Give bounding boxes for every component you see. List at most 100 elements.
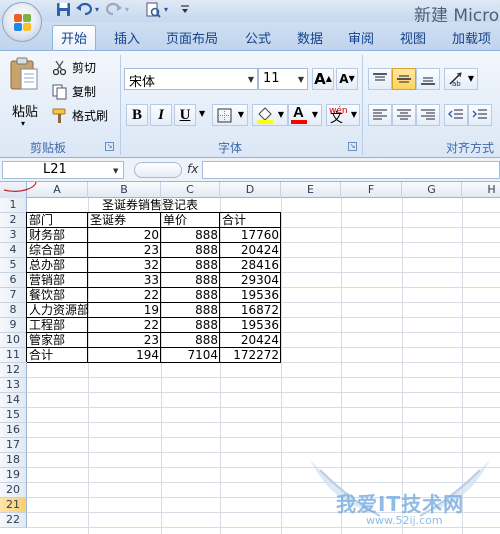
copy-button[interactable]: 复制	[52, 83, 112, 101]
row-header[interactable]: 8	[0, 303, 27, 318]
table-cell[interactable]: 888	[161, 318, 220, 333]
row-header[interactable]: 18	[0, 453, 27, 468]
row-header[interactable]: 13	[0, 378, 27, 393]
table-header-cell[interactable]: 圣诞券	[88, 213, 161, 228]
italic-button[interactable]: I	[150, 104, 172, 126]
tab-insert[interactable]: 插入	[114, 28, 140, 47]
table-cell[interactable]: 19	[88, 303, 161, 318]
table-cell[interactable]: 餐饮部	[27, 288, 88, 303]
insert-function-icon[interactable]: fx	[187, 162, 198, 176]
format-painter-button[interactable]: 格式刷	[52, 107, 116, 125]
orientation-dropdown-icon[interactable]: ▼	[468, 69, 474, 89]
row-header[interactable]: 17	[0, 438, 27, 453]
row-header[interactable]: 20	[0, 483, 27, 498]
tab-data[interactable]: 数据	[297, 28, 323, 47]
table-cell[interactable]: 28416	[220, 258, 281, 273]
row-header[interactable]: 16	[0, 423, 27, 438]
table-cell[interactable]: 33	[88, 273, 161, 288]
shrink-font-button[interactable]: A▼	[336, 68, 358, 90]
name-box-dropdown-icon[interactable]: ▼	[113, 167, 118, 175]
table-total-cell[interactable]: 7104	[161, 348, 220, 363]
tab-review[interactable]: 审阅	[348, 28, 374, 47]
table-header-cell[interactable]: 部门	[27, 213, 88, 228]
table-cell[interactable]: 20	[88, 228, 161, 243]
column-header-e[interactable]: E	[281, 182, 341, 198]
table-cell[interactable]: 工程部	[27, 318, 88, 333]
row-header[interactable]: 3	[0, 228, 27, 243]
font-launcher-icon[interactable]: ↘	[348, 142, 357, 151]
row-header[interactable]: 12	[0, 363, 27, 378]
fill-color-dropdown-icon[interactable]: ▼	[278, 105, 284, 125]
column-header-f[interactable]: F	[341, 182, 402, 198]
table-cell[interactable]: 888	[161, 303, 220, 318]
column-header-d[interactable]: D	[220, 182, 281, 198]
table-cell[interactable]: 888	[161, 243, 220, 258]
phonetic-button[interactable]: wén 文 ▼	[326, 104, 360, 126]
table-cell[interactable]: 综合部	[27, 243, 88, 258]
formula-input[interactable]	[202, 161, 500, 179]
column-header-g[interactable]: G	[402, 182, 462, 198]
table-cell[interactable]: 888	[161, 333, 220, 348]
table-cell[interactable]: 22	[88, 318, 161, 333]
table-cell[interactable]: 23	[88, 243, 161, 258]
tab-formulas[interactable]: 公式	[245, 28, 271, 47]
undo-dropdown-icon[interactable]: ▾	[95, 2, 99, 18]
table-cell[interactable]: 888	[161, 288, 220, 303]
column-header-h[interactable]: H	[462, 182, 500, 198]
cut-button[interactable]: 剪切	[52, 59, 112, 77]
tab-home[interactable]: 开始	[52, 25, 97, 51]
row-header[interactable]: 19	[0, 468, 27, 483]
table-cell[interactable]: 888	[161, 228, 220, 243]
align-center-button[interactable]	[392, 104, 416, 126]
table-cell[interactable]: 888	[161, 258, 220, 273]
office-button[interactable]	[2, 2, 42, 42]
borders-dropdown-icon[interactable]: ▼	[238, 105, 244, 125]
paste-button[interactable]: 粘贴 ▾	[4, 55, 44, 135]
redo-dropdown-icon[interactable]: ▾	[125, 2, 129, 18]
row-header[interactable]: 15	[0, 408, 27, 423]
table-cell[interactable]: 16872	[220, 303, 281, 318]
font-size-combo[interactable]: 11 ▼	[258, 68, 308, 90]
underline-button[interactable]: U	[174, 104, 196, 126]
font-color-dropdown-icon[interactable]: ▼	[312, 105, 318, 125]
print-preview-icon[interactable]	[145, 2, 161, 18]
table-cell[interactable]: 29304	[220, 273, 281, 288]
table-cell[interactable]: 20424	[220, 333, 281, 348]
font-name-combo[interactable]: 宋体 ▼	[124, 68, 258, 90]
table-cell[interactable]: 19536	[220, 288, 281, 303]
row-header[interactable]: 11	[0, 348, 27, 363]
undo-icon[interactable]	[76, 2, 93, 18]
align-top-button[interactable]	[368, 68, 392, 90]
row-header[interactable]: 5	[0, 258, 27, 273]
table-cell[interactable]: 22	[88, 288, 161, 303]
column-header-c[interactable]: C	[161, 182, 220, 198]
clipboard-launcher-icon[interactable]: ↘	[105, 142, 114, 151]
row-header[interactable]: 6	[0, 273, 27, 288]
row-header[interactable]: 9	[0, 318, 27, 333]
table-total-cell[interactable]: 合计	[27, 348, 88, 363]
save-icon[interactable]	[56, 2, 71, 18]
name-box[interactable]: L21	[2, 161, 124, 179]
orientation-button[interactable]: ab ▼	[444, 68, 478, 90]
underline-dropdown-icon[interactable]: ▼	[199, 109, 205, 118]
font-size-dropdown-icon[interactable]: ▼	[298, 75, 304, 84]
sheet-title[interactable]: 圣诞券销售登记表	[100, 198, 200, 213]
table-cell[interactable]: 人力资源部	[27, 303, 89, 318]
align-bottom-button[interactable]	[416, 68, 440, 90]
tab-page-layout[interactable]: 页面布局	[166, 28, 218, 47]
row-header[interactable]: 2	[0, 213, 27, 228]
table-total-cell[interactable]: 194	[88, 348, 161, 363]
increase-indent-button[interactable]	[468, 104, 492, 126]
row-header[interactable]: 21	[0, 498, 27, 513]
align-middle-button[interactable]	[392, 68, 416, 90]
grow-font-button[interactable]: A▲	[312, 68, 334, 90]
table-cell[interactable]: 财务部	[27, 228, 88, 243]
row-header[interactable]: 10	[0, 333, 27, 348]
font-color-button[interactable]: A ▼	[288, 104, 322, 126]
worksheet[interactable]: A B C D E F G H 1 2 3 4 5 6 7 8 9 10 11 12 13 14 15 16 1…	[0, 182, 500, 534]
row-header[interactable]: 22	[0, 513, 27, 528]
customize-qat-icon[interactable]	[180, 2, 190, 18]
row-header[interactable]: 1	[0, 198, 27, 213]
table-header-cell[interactable]: 合计	[220, 213, 281, 228]
table-cell[interactable]: 营销部	[27, 273, 88, 288]
